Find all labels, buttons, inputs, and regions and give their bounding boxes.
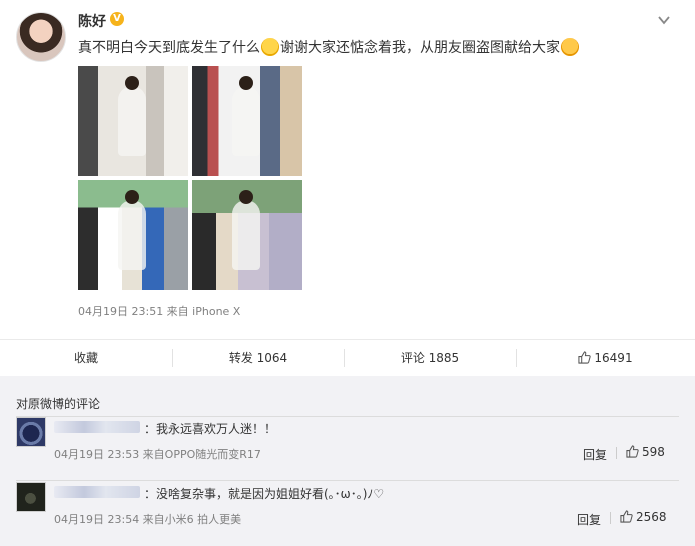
chevron-down-icon[interactable] bbox=[656, 12, 672, 28]
divider bbox=[610, 512, 611, 524]
weibo-post: 陈好 V 真不明白今天到底发生了什么 谢谢大家还惦念着我，从朋友圈盗图献给大家 0… bbox=[0, 0, 695, 340]
post-text-part2: 谢谢大家还惦念着我，从朋友圈盗图献给大家 bbox=[280, 40, 560, 56]
repost-button[interactable]: 转发 1064 bbox=[172, 340, 344, 376]
divider bbox=[616, 447, 617, 459]
thumbs-up-icon bbox=[626, 445, 639, 458]
comment-button[interactable]: 评论 1885 bbox=[344, 340, 516, 376]
comment-item: ：我永远喜欢万人迷！！ 04月19日 23:53 来自OPPO随光而变R17 回… bbox=[0, 417, 695, 481]
comment-text: ：没啥复杂事，就是因为姐姐好看(｡･ω･｡)ﾉ♡ bbox=[144, 487, 385, 501]
commenter-avatar[interactable] bbox=[16, 482, 46, 512]
like-button[interactable]: 16491 bbox=[516, 340, 695, 376]
photo-3[interactable] bbox=[78, 180, 188, 290]
verified-badge-icon: V bbox=[110, 12, 124, 26]
action-bar: 收藏 转发 1064 评论 1885 16491 bbox=[0, 340, 695, 376]
comment-like-button[interactable]: 2568 bbox=[620, 510, 667, 524]
favorite-button[interactable]: 收藏 bbox=[0, 340, 172, 376]
commenter-avatar[interactable] bbox=[16, 417, 46, 447]
username[interactable]: 陈好 bbox=[78, 11, 106, 31]
thumbs-up-icon bbox=[578, 351, 592, 364]
comments-section: 对原微博的评论 ：我永远喜欢万人迷！！ 04月19日 23:53 来自OPPO随… bbox=[0, 376, 695, 546]
comment-meta: 04月19日 23:54 来自小米6 拍人更美 bbox=[54, 513, 242, 526]
post-meta: 04月19日 23:51 来自 iPhone X bbox=[78, 305, 241, 318]
reply-button[interactable]: 回复 bbox=[583, 446, 607, 463]
comment-text: ：我永远喜欢万人迷！！ bbox=[144, 422, 277, 436]
photo-2[interactable] bbox=[192, 66, 302, 176]
comment-like-count: 598 bbox=[642, 445, 665, 459]
user-avatar[interactable] bbox=[16, 12, 66, 62]
photo-4[interactable] bbox=[192, 180, 302, 290]
comment-item: ：没啥复杂事，就是因为姐姐好看(｡･ω･｡)ﾉ♡ 04月19日 23:54 来自… bbox=[0, 482, 695, 546]
thumbs-up-icon bbox=[620, 510, 633, 523]
photo-grid bbox=[78, 66, 302, 290]
sad-emoji-icon bbox=[561, 38, 579, 56]
comment-like-count: 2568 bbox=[636, 510, 667, 524]
comments-title: 对原微博的评论 bbox=[16, 397, 101, 411]
divider bbox=[16, 480, 679, 481]
photo-1[interactable] bbox=[78, 66, 188, 176]
post-text: 真不明白今天到底发生了什么 谢谢大家还惦念着我，从朋友圈盗图献给大家 bbox=[78, 37, 580, 57]
comment-meta: 04月19日 23:53 来自OPPO随光而变R17 bbox=[54, 448, 261, 461]
comment-like-button[interactable]: 598 bbox=[626, 445, 665, 459]
like-count: 16491 bbox=[594, 351, 633, 365]
sweat-emoji-icon bbox=[261, 38, 279, 56]
post-text-part1: 真不明白今天到底发生了什么 bbox=[78, 40, 260, 56]
commenter-name-blurred[interactable] bbox=[54, 486, 140, 498]
reply-button[interactable]: 回复 bbox=[577, 511, 601, 528]
commenter-name-blurred[interactable] bbox=[54, 421, 140, 433]
